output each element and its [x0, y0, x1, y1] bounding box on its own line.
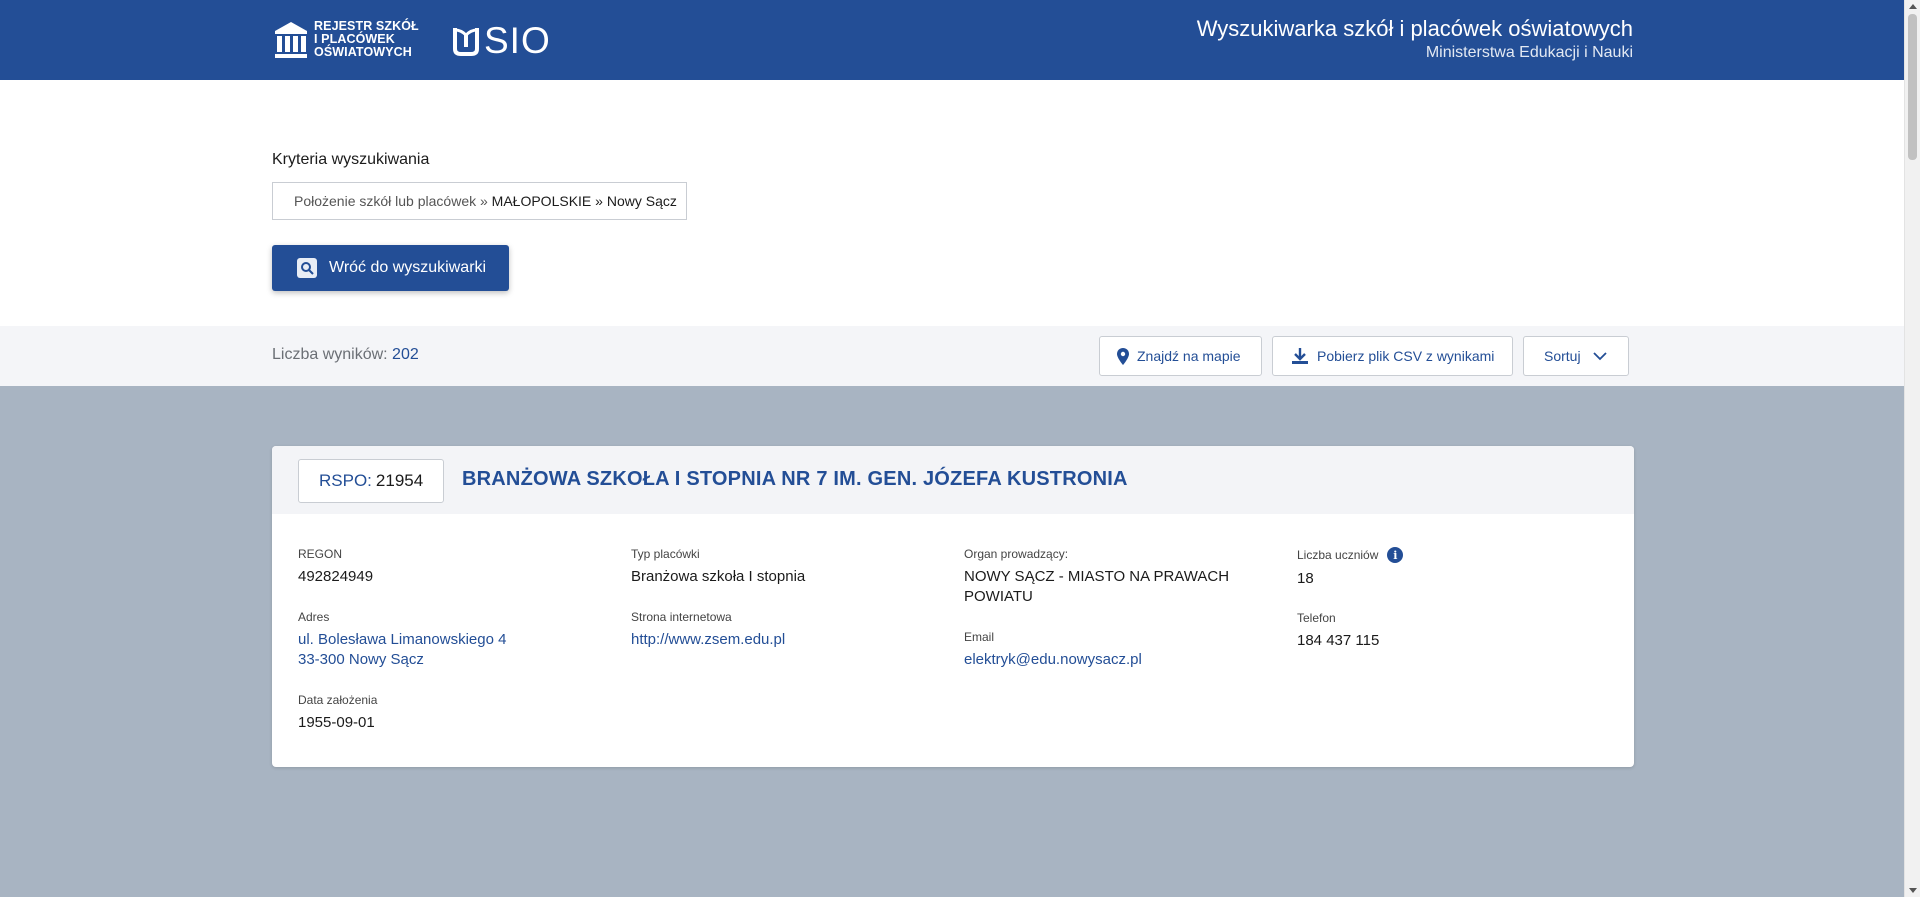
- results-bar: Liczba wyników: 202 Znajdź na mapie Pobi…: [0, 326, 1904, 386]
- students-value: 18: [1297, 570, 1314, 587]
- rspo-badge: RSPO: 21954: [298, 459, 445, 503]
- email-label: Email: [964, 630, 995, 644]
- phone-label: Telefon: [1297, 611, 1336, 625]
- back-button-label: Wróć do wyszukiwarki: [329, 259, 487, 276]
- organ-label: Organ prowadzący:: [964, 547, 1069, 561]
- logo-line-3: OŚWIATOWYCH: [314, 45, 412, 59]
- school-card-header: RSPO: 21954 BRANŻOWA SZKOŁA I STOPNIA NR…: [272, 446, 1634, 514]
- website-label: Strona internetowa: [631, 610, 732, 624]
- results-count-label: Liczba wyników:: [272, 346, 393, 363]
- sio-logo[interactable]: SIO: [452, 22, 551, 60]
- students-field: Liczba uczniów i 18: [1297, 547, 1404, 589]
- regon-field: REGON 492824949: [298, 547, 373, 587]
- regon-value: 492824949: [298, 568, 374, 585]
- email-link[interactable]: elektryk@edu.nowysacz.pl: [964, 650, 1142, 670]
- email-field: Email elektryk@edu.nowysacz.pl: [964, 630, 1142, 670]
- address-line-1[interactable]: ul. Bolesława Limanowskiego 4: [298, 630, 506, 650]
- regon-label: REGON: [298, 547, 343, 561]
- chevron-down-icon: [1592, 351, 1607, 360]
- address-label: Adres: [298, 610, 330, 624]
- organ-field: Organ prowadzący: NOWY SĄCZ - MIASTO NA …: [964, 547, 1234, 607]
- website-field: Strona internetowa http://www.zsem.edu.p…: [631, 610, 785, 650]
- find-on-map-button[interactable]: Znajdź na mapie: [1099, 336, 1262, 376]
- scroll-up-arrow-icon[interactable]: [1909, 4, 1917, 9]
- page-scrollbar[interactable]: [1904, 0, 1920, 897]
- results-count-value: 202: [392, 346, 419, 363]
- scrollbar-thumb[interactable]: [1908, 14, 1917, 160]
- founded-field: Data założenia 1955-09-01: [298, 693, 377, 733]
- type-label: Typ placówki: [631, 547, 700, 561]
- rspo-logo[interactable]: REJESTR SZKÓŁ I PLACÓWEK OŚWIATOWYCH: [274, 20, 419, 59]
- criteria-value: MAŁOPOLSKIE » Nowy Sącz: [491, 193, 677, 209]
- rspo-value: 21954: [375, 471, 424, 490]
- find-on-map-label: Znajdź na mapie: [1137, 348, 1241, 364]
- page-title: Wyszukiwarka szkół i placówek oświatowyc…: [1196, 16, 1633, 41]
- criteria-summary: Położenie szkół lub placówek » MAŁOPOLSK…: [272, 182, 687, 220]
- download-csv-label: Pobierz plik CSV z wynikami: [1317, 348, 1495, 364]
- info-icon[interactable]: i: [1387, 547, 1404, 563]
- address-line-2[interactable]: 33-300 Nowy Sącz: [298, 650, 506, 670]
- students-label-row: Liczba uczniów i: [1297, 547, 1404, 563]
- type-field: Typ placówki Branżowa szkoła I stopnia: [631, 547, 805, 587]
- phone-field: Telefon 184 437 115: [1297, 611, 1379, 651]
- back-to-search-button[interactable]: Wróć do wyszukiwarki: [272, 245, 509, 291]
- download-icon: [1292, 348, 1308, 364]
- page-subtitle: Ministerstwa Edukacji i Nauki: [1425, 44, 1633, 61]
- criteria-prefix: Położenie szkół lub placówek »: [294, 193, 492, 209]
- scroll-down-arrow-icon[interactable]: [1909, 888, 1917, 893]
- founded-label: Data założenia: [298, 693, 378, 707]
- rspo-logo-text: REJESTR SZKÓŁ I PLACÓWEK OŚWIATOWYCH: [314, 20, 419, 59]
- address-field: Adres ul. Bolesława Limanowskiego 4 33-3…: [298, 610, 506, 670]
- rspo-label: RSPO:: [319, 471, 372, 490]
- search-icon: [297, 258, 317, 278]
- founded-value: 1955-09-01: [298, 714, 375, 731]
- organ-value: NOWY SĄCZ - MIASTO NA PRAWACH POWIATU: [964, 568, 1230, 605]
- students-label: Liczba uczniów: [1297, 548, 1379, 562]
- school-name-link[interactable]: BRANŻOWA SZKOŁA I STOPNIA NR 7 IM. GEN. …: [462, 468, 1128, 491]
- criteria-label: Kryteria wyszukiwania: [272, 151, 430, 168]
- school-card: RSPO: 21954 BRANŻOWA SZKOŁA I STOPNIA NR…: [272, 446, 1634, 767]
- sort-label: Sortuj: [1544, 348, 1581, 364]
- type-value: Branżowa szkoła I stopnia: [631, 568, 806, 585]
- website-link[interactable]: http://www.zsem.edu.pl: [631, 630, 785, 650]
- header-bar: REJESTR SZKÓŁ I PLACÓWEK OŚWIATOWYCH SIO…: [0, 0, 1904, 80]
- sio-book-icon: [453, 28, 479, 56]
- phone-value: 184 437 115: [1297, 632, 1380, 649]
- results-count: Liczba wyników: 202: [272, 346, 419, 364]
- building-icon: [275, 21, 307, 58]
- map-pin-icon: [1117, 347, 1129, 365]
- sort-button[interactable]: Sortuj: [1523, 336, 1629, 376]
- sio-logo-text: SIO: [484, 20, 551, 61]
- download-csv-button[interactable]: Pobierz plik CSV z wynikami: [1272, 336, 1513, 376]
